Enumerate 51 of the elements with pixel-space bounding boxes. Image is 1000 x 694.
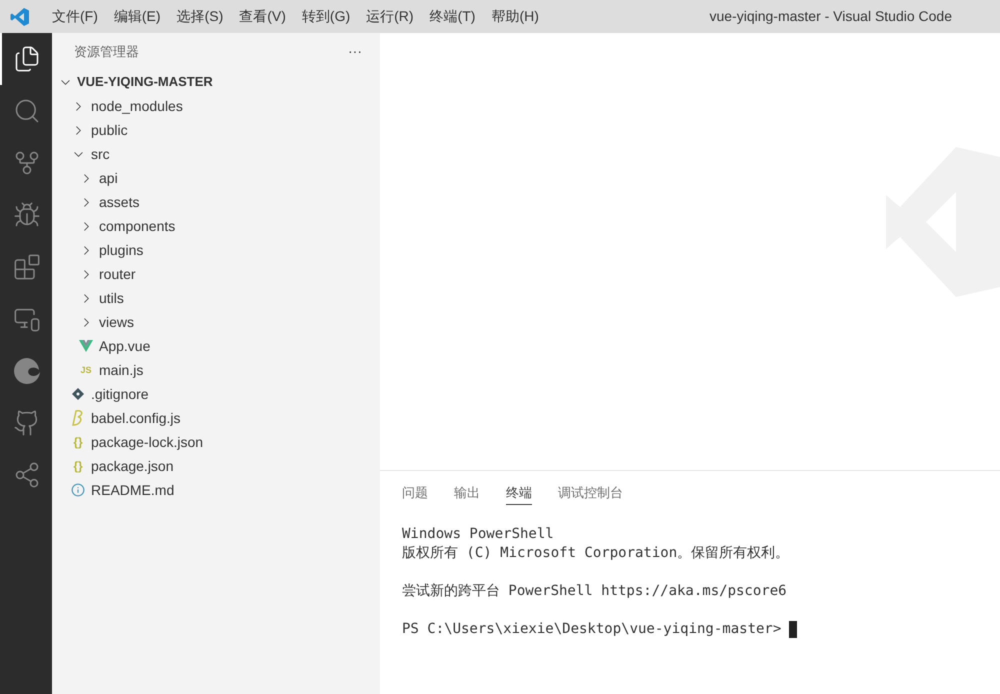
braces-icon: {} — [73, 460, 83, 472]
vscode-logo-icon — [10, 6, 30, 26]
panel-tab[interactable]: 终端 — [506, 483, 532, 505]
tree-item[interactable]: babel.config.js — [52, 406, 380, 430]
tree-item[interactable]: assets — [52, 190, 380, 214]
diamond-icon — [72, 388, 84, 400]
info-icon — [71, 483, 85, 497]
tree-item[interactable]: src — [52, 142, 380, 166]
tree-item[interactable]: node_modules — [52, 94, 380, 118]
menu-item[interactable]: 运行(R) — [358, 6, 422, 27]
tree-item[interactable]: .gitignore — [52, 382, 380, 406]
menu-item[interactable]: 终端(T) — [422, 6, 484, 27]
menu-item[interactable]: 编辑(E) — [106, 6, 169, 27]
tree-item[interactable]: plugins — [52, 238, 380, 262]
blocks-icon — [13, 253, 41, 281]
tree-item[interactable]: {} package-lock.json — [52, 430, 380, 454]
tree-item[interactable]: JS main.js — [52, 358, 380, 382]
panel-tab[interactable]: 问题 — [402, 483, 428, 505]
branch-icon — [13, 149, 41, 177]
tree-item[interactable]: components — [52, 214, 380, 238]
tree-item[interactable]: views — [52, 310, 380, 334]
braces-icon: {} — [73, 436, 83, 448]
v-logo-icon — [79, 340, 93, 352]
share-icon — [13, 461, 41, 489]
tree-item[interactable]: README.md — [52, 478, 380, 502]
terminal-line: PS C:\Users\xiexie\Desktop\vue-yiqing-master> — [402, 620, 782, 639]
js-icon: JS — [80, 366, 92, 374]
menu-item[interactable]: 帮助(H) — [483, 6, 547, 27]
tree-item[interactable]: router — [52, 262, 380, 286]
tree-item[interactable]: api — [52, 166, 380, 190]
menu-item[interactable]: 文件(F) — [44, 6, 106, 27]
tree-item[interactable]: utils — [52, 286, 380, 310]
explorer-title: 资源管理器 — [74, 42, 139, 61]
tree-item[interactable]: public — [52, 118, 380, 142]
terminal-line: 版权所有 (C) Microsoft Corporation。保留所有权利。 — [402, 544, 790, 563]
menu-item[interactable]: 选择(S) — [168, 6, 232, 27]
panel-tab[interactable]: 调试控制台 — [558, 483, 623, 505]
tree-item[interactable]: VUE-YIQING-MASTER — [52, 70, 380, 94]
menu-item[interactable]: 查看(V) — [231, 6, 294, 27]
terminal-line: Windows PowerShell — [402, 525, 554, 544]
tree-item[interactable]: App.vue — [52, 334, 380, 358]
window-title: vue-yiqing-master - Visual Studio Code — [709, 7, 952, 26]
b-glyph-icon — [72, 410, 84, 426]
menu-item[interactable]: 转到(G) — [294, 6, 358, 27]
tree-item[interactable]: {} package.json — [52, 454, 380, 478]
more-actions-button[interactable]: ··· — [348, 41, 362, 62]
search-icon — [13, 97, 41, 125]
bug-icon — [13, 201, 41, 229]
files-icon — [13, 45, 41, 73]
panel-tab[interactable]: 输出 — [454, 483, 480, 505]
terminal-line: 尝试新的跨平台 PowerShell https://aka.ms/pscore6 — [402, 582, 787, 601]
